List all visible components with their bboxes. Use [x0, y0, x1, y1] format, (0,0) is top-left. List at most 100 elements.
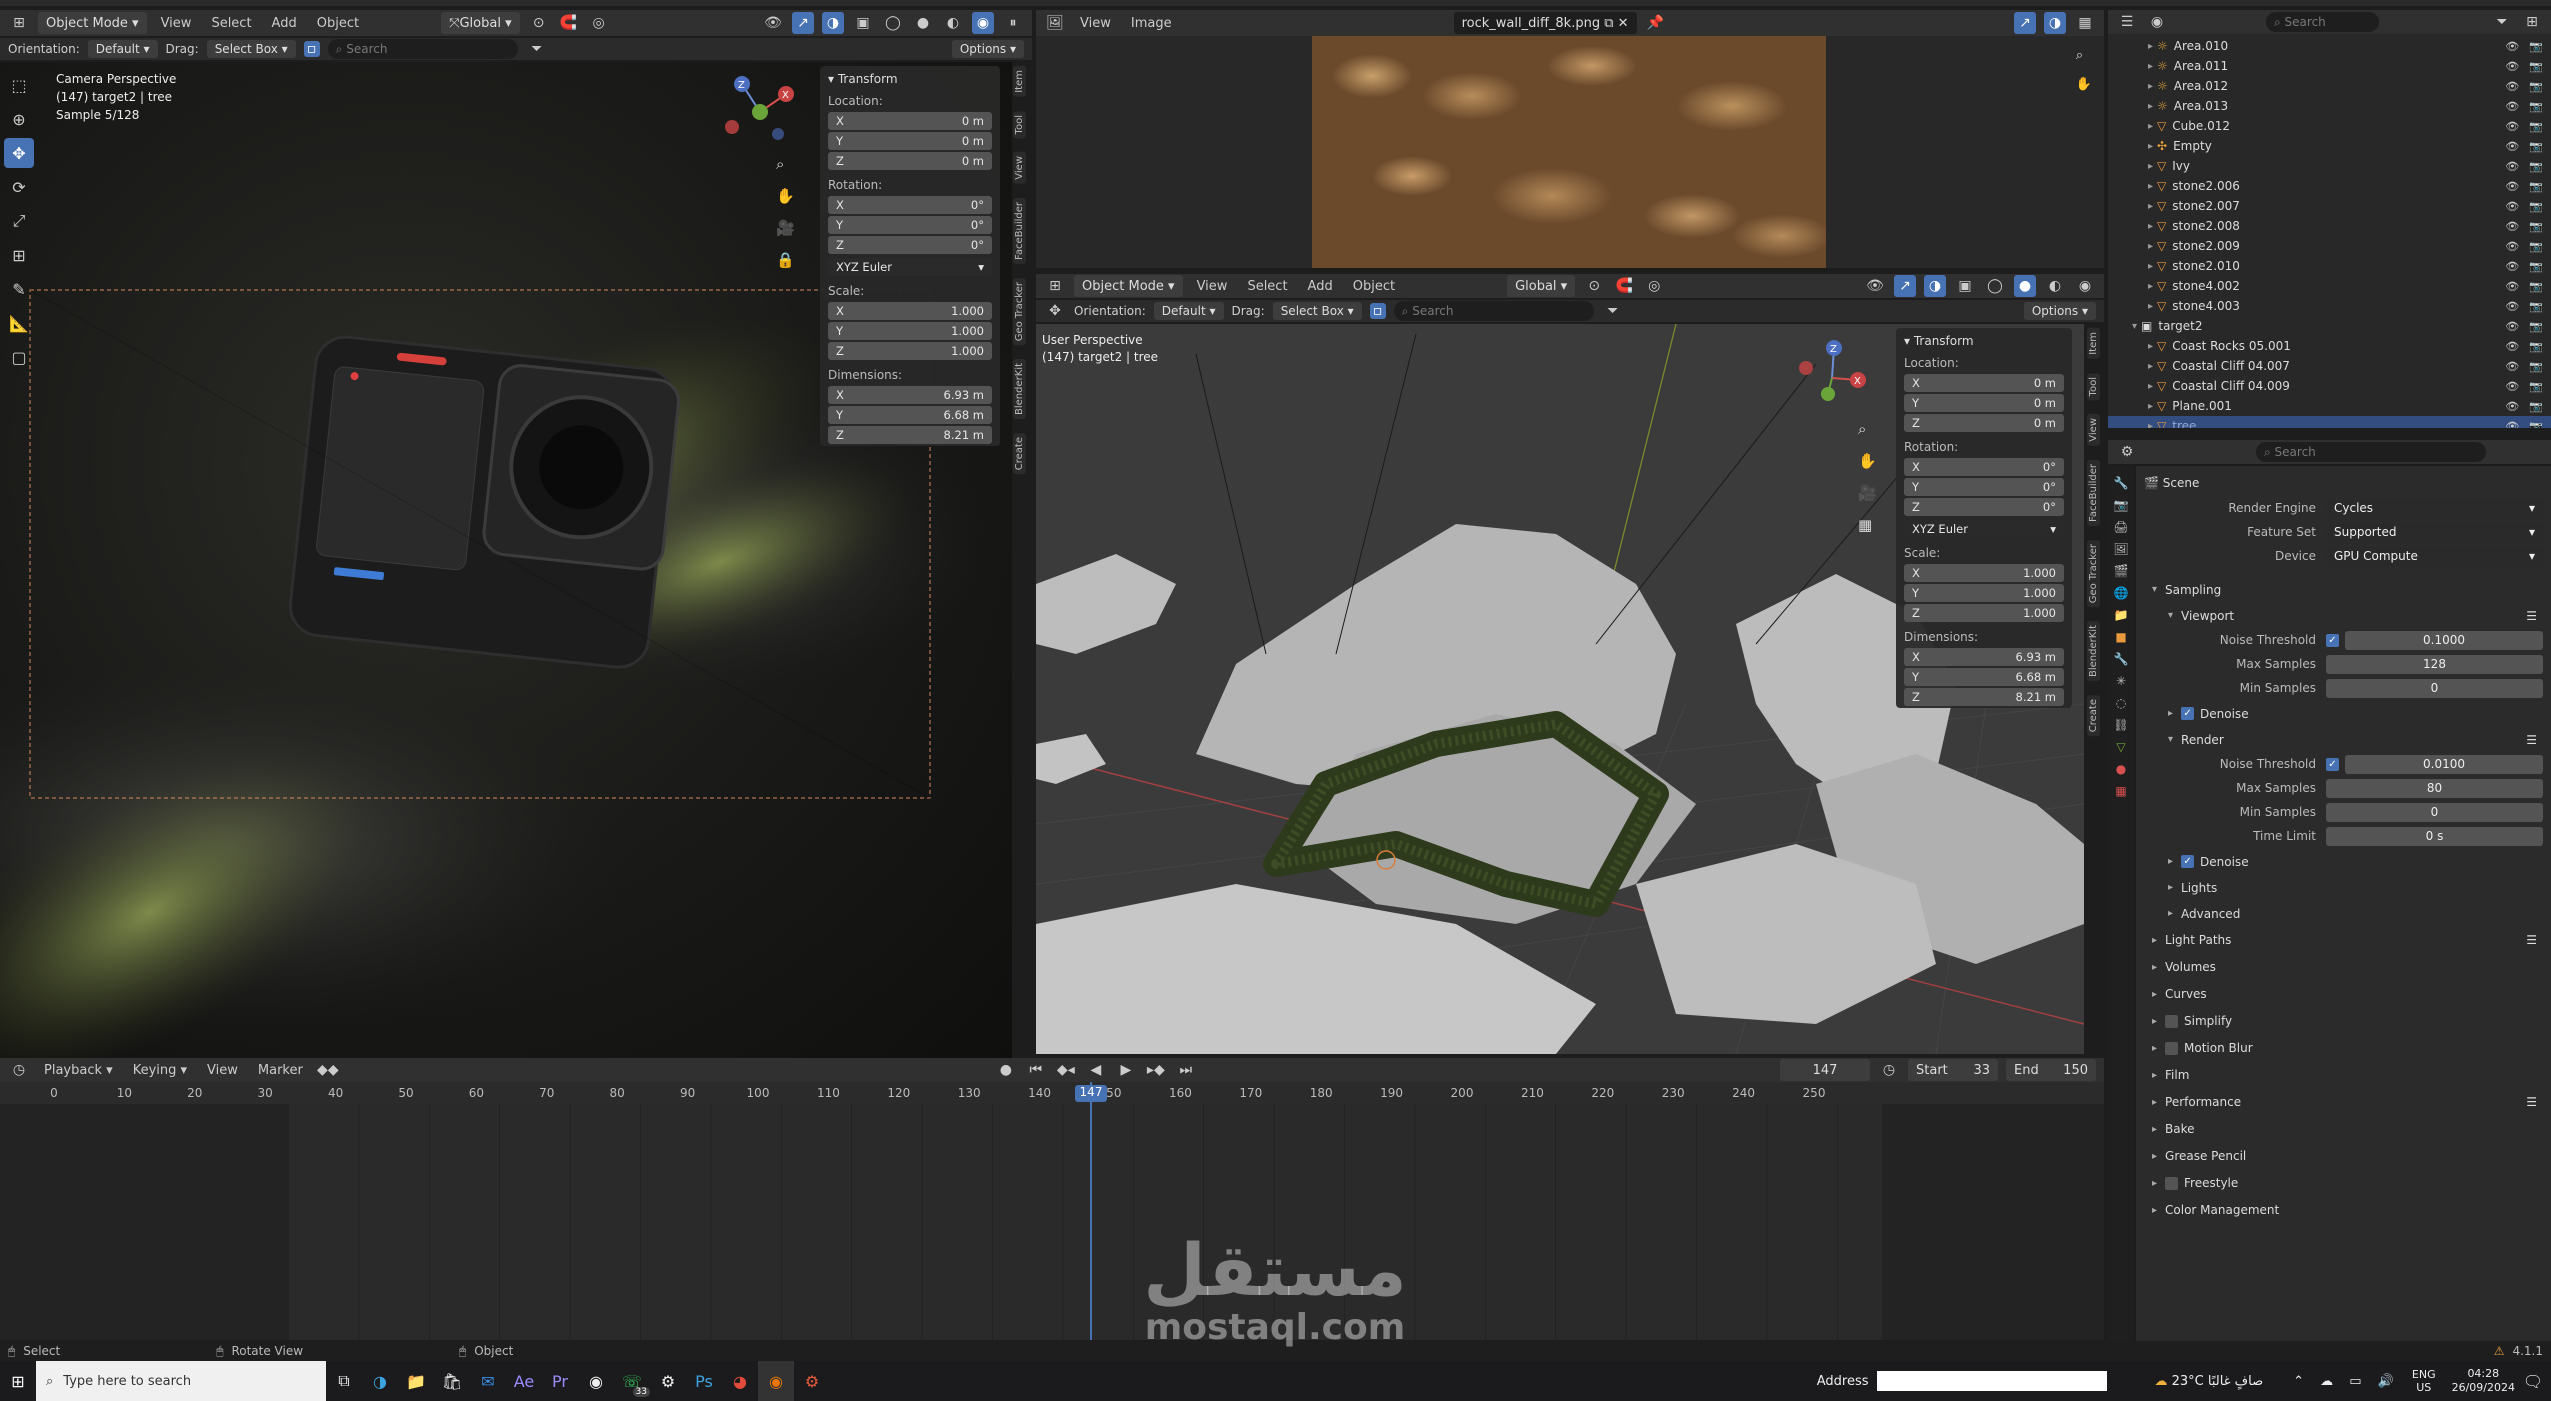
obs-icon[interactable]: ◉: [578, 1361, 614, 1401]
right-select-mode-icon[interactable]: ▫: [1369, 303, 1386, 319]
right-tab-blenderkit[interactable]: BlenderKit: [2086, 621, 2100, 682]
vp-min-field[interactable]: 0: [2326, 678, 2543, 698]
expand-arrow-icon[interactable]: ▸: [2148, 301, 2153, 312]
transform-orientation-dropdown[interactable]: ⤧ Global ▾: [441, 12, 520, 34]
address-field[interactable]: [1876, 1371, 2107, 1391]
expand-arrow-icon[interactable]: ▸: [2148, 81, 2153, 92]
outliner-row[interactable]: ▸ ☼ Area.013 👁 📷: [2108, 96, 2551, 116]
vp-noise-field[interactable]: 0.1000: [2345, 630, 2543, 650]
dimension-z-field[interactable]: Z 8.21 m: [828, 426, 992, 444]
play-icon[interactable]: ▶: [1115, 1059, 1137, 1081]
filter-icon[interactable]: ⏷: [526, 38, 548, 60]
right-tab-tool[interactable]: Tool: [2086, 372, 2100, 401]
lock-icon[interactable]: 🔒: [776, 251, 795, 269]
clock-icon[interactable]: ◷: [1878, 1059, 1900, 1081]
vp-denoise-checkbox[interactable]: ✓: [2181, 707, 2195, 720]
properties-search[interactable]: ⌕ Search: [2256, 442, 2486, 462]
visibility-toggle-icon[interactable]: 👁: [2505, 120, 2519, 133]
r-noise-checkbox[interactable]: ✓: [2326, 757, 2339, 771]
section-bake[interactable]: ▸ Bake: [2136, 1115, 2551, 1142]
image-zoom-icon[interactable]: ⌕: [2076, 48, 2092, 63]
notification-icon[interactable]: 🗨: [2515, 1361, 2551, 1401]
move-tool-icon[interactable]: ✥: [4, 138, 34, 168]
outliner-row[interactable]: ▾ ▣ target2 👁 📷: [2108, 316, 2551, 336]
right-filter-icon[interactable]: ⏷: [1602, 300, 1624, 322]
right-search-field[interactable]: ⌕ Search: [1393, 301, 1594, 321]
expand-arrow-icon[interactable]: ▸: [2148, 281, 2153, 292]
visibility-toggle-icon[interactable]: 👁: [2505, 140, 2519, 153]
rotation-x-field[interactable]: X 0°: [828, 196, 992, 214]
outliner-row[interactable]: ▸ ▽ stone2.007 👁 📷: [2108, 196, 2551, 216]
right-menu-view[interactable]: View: [1191, 279, 1234, 294]
visibility-toggle-icon[interactable]: 👁: [2505, 340, 2519, 353]
right-menu-add[interactable]: Add: [1302, 279, 1339, 294]
render-toggle-icon[interactable]: 📷: [2529, 160, 2543, 173]
expand-arrow-icon[interactable]: ▸: [2148, 161, 2153, 172]
prev-key-icon[interactable]: ◆◂: [1055, 1059, 1077, 1081]
section-checkbox[interactable]: [2165, 1041, 2179, 1055]
visibility-toggle-icon[interactable]: 👁: [2505, 180, 2519, 193]
vp-denoise-subsection[interactable]: ▸ ✓ Denoise: [2136, 700, 2551, 726]
pin-icon[interactable]: 📌: [1645, 12, 1667, 34]
advanced-subsection[interactable]: ▸ Advanced: [2136, 900, 2551, 926]
premiere-icon[interactable]: Pr: [542, 1361, 578, 1401]
outliner-row[interactable]: ▸ ✣ Empty 👁 📷: [2108, 136, 2551, 156]
outliner-row[interactable]: ▸ ☼ Area.010 👁 📷: [2108, 36, 2551, 56]
section-volumes[interactable]: ▸ Volumes: [2136, 953, 2551, 980]
image-menu-view[interactable]: View: [1074, 16, 1117, 31]
left-search-field[interactable]: ⌕ Search: [327, 39, 518, 59]
orientation-dropdown[interactable]: Default ▾: [87, 40, 158, 58]
right-move-icon[interactable]: ✥: [1044, 300, 1066, 322]
mode-dropdown[interactable]: Object Mode ▾: [38, 12, 147, 34]
right-rotation-z-field[interactable]: Z 0°: [1904, 498, 2064, 516]
scale-tool-icon[interactable]: ⤢: [4, 206, 34, 236]
image-gizmo-icon[interactable]: ↗: [2014, 12, 2036, 34]
section-motion-blur[interactable]: ▸ Motion Blur: [2136, 1034, 2551, 1061]
start-frame-field[interactable]: Start 33: [1908, 1059, 1998, 1081]
modifier-props-icon[interactable]: 🔧: [2114, 652, 2129, 666]
material-props-icon[interactable]: ●: [2116, 762, 2126, 776]
render-subsection[interactable]: ▾ Render ☰: [2136, 726, 2551, 752]
mail-icon[interactable]: ✉: [470, 1361, 506, 1401]
right-proportional-icon[interactable]: ◎: [1643, 275, 1665, 297]
outliner-row[interactable]: ▸ ▽ stone4.003 👁 📷: [2108, 296, 2551, 316]
right-mode-dropdown[interactable]: Object Mode ▾: [1074, 275, 1183, 297]
outliner-row[interactable]: ▸ ▽ stone2.009 👁 📷: [2108, 236, 2551, 256]
render-toggle-icon[interactable]: 📷: [2529, 180, 2543, 193]
resolve-icon[interactable]: ⚙: [650, 1361, 686, 1401]
jump-start-icon[interactable]: ⏮: [1025, 1059, 1047, 1081]
right-shading-solid-icon[interactable]: ●: [2014, 275, 2036, 297]
rotation-y-field[interactable]: Y 0°: [828, 216, 992, 234]
r-time-field[interactable]: 0 s: [2326, 826, 2543, 846]
image-editor-canvas[interactable]: ⌕ ✋: [1036, 36, 2104, 268]
r-denoise-checkbox[interactable]: ✓: [2181, 855, 2195, 868]
expand-arrow-icon[interactable]: ▸: [2148, 101, 2153, 112]
play-reverse-icon[interactable]: ◀: [1085, 1059, 1107, 1081]
taskbar-search[interactable]: ⌕ Type here to search: [36, 1361, 326, 1401]
image-editor-type-icon[interactable]: 🖼: [1044, 12, 1066, 34]
world-props-icon[interactable]: 🌐: [2114, 586, 2129, 600]
tab-facebuilder[interactable]: FaceBuilder: [1012, 197, 1026, 264]
playhead-line[interactable]: [1090, 1082, 1092, 1340]
render-toggle-icon[interactable]: 📷: [2529, 200, 2543, 213]
visibility-toggle-icon[interactable]: 👁: [2505, 60, 2519, 73]
tab-geotracker[interactable]: Geo Tracker: [1012, 277, 1026, 346]
right-scale-z-field[interactable]: Z 1.000: [1904, 604, 2064, 622]
select-mode-icon[interactable]: ▫: [303, 41, 320, 57]
right-editor-type-icon[interactable]: ⊞: [1044, 275, 1066, 297]
transform-panel-title[interactable]: ▾ Transform: [828, 72, 992, 86]
shading-solid-icon[interactable]: ●: [912, 12, 934, 34]
r-noise-field[interactable]: 0.0100: [2345, 754, 2543, 774]
vp-max-field[interactable]: 128: [2326, 654, 2543, 674]
menu-view[interactable]: View: [155, 16, 198, 31]
timeline-area[interactable]: 0 10 20 30 40 50 60 70 80 90 100 110 120 130 140 150 160…: [0, 1082, 2104, 1340]
expand-arrow-icon[interactable]: ▸: [2148, 181, 2153, 192]
right-options-button[interactable]: Options ▾: [2023, 302, 2096, 320]
menu-select[interactable]: Select: [205, 16, 257, 31]
outliner-type-icon[interactable]: ☰: [2116, 11, 2138, 33]
autokey-icon[interactable]: ●: [995, 1059, 1017, 1081]
section-checkbox[interactable]: [2165, 1014, 2179, 1028]
outliner-row[interactable]: ▸ ▽ Coastal Cliff 04.009 👁 📷: [2108, 376, 2551, 396]
render-toggle-icon[interactable]: 📷: [2529, 140, 2543, 153]
render-engine-dropdown[interactable]: Cycles ▾: [2326, 498, 2543, 518]
